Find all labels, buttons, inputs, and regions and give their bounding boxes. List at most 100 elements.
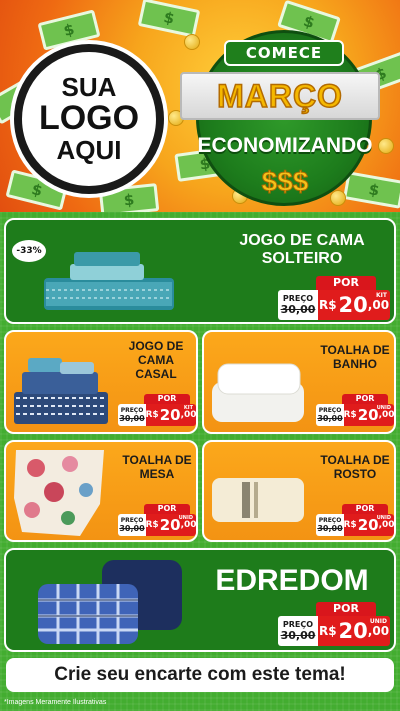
badge-main-text: MARÇO (216, 77, 343, 115)
price-tag: POR PREÇO 30,00 R$ 20 ,00 UNID (278, 602, 390, 646)
price-tag: POR PREÇO 30,00 R$ 20 ,00 UNID (316, 394, 394, 426)
price-value: 20 (338, 619, 368, 643)
price-cents: ,00 (378, 520, 394, 530)
disclaimer: *Imagens Meramente Ilustrativas (4, 699, 107, 706)
price-unit: KIT (183, 405, 193, 411)
coin-icon (378, 138, 394, 154)
product-card-toalha-mesa: TOALHA DE MESA POR PREÇO 30,00 R$ 20 ,00… (4, 440, 198, 542)
badge-bottom-text: ECONOMIZANDO (197, 134, 373, 157)
price-tag: POR PREÇO 30,00 R$ 20 ,00 UNID (118, 504, 196, 536)
price-label: PREÇO (318, 407, 342, 414)
old-price: 30,00 (317, 524, 343, 533)
logo-line: AQUI (56, 134, 122, 165)
price-old: PREÇO 30,00 (118, 404, 146, 426)
product-title: TOALHA DE MESA (122, 453, 192, 481)
price-old: PREÇO 30,00 (316, 404, 344, 426)
price-new: R$ 20 ,00 UNID (145, 514, 196, 536)
currency: R$ (318, 298, 337, 312)
price-label: PREÇO (282, 620, 314, 629)
price-cents: ,00 (367, 624, 390, 638)
price-label: PREÇO (120, 517, 144, 524)
price-tag: POR PREÇO 30,00 R$ 20 ,00 UNID (316, 504, 394, 536)
price-cents: ,00 (367, 298, 390, 312)
price-por-label: POR (316, 602, 376, 616)
product-card-jogo-cama-casal: JOGO DE CAMA CASAL POR PREÇO 30,00 R$ 20… (4, 330, 198, 434)
currency: R$ (145, 410, 159, 420)
price-label: PREÇO (282, 294, 314, 303)
price-box: PREÇO 30,00 R$ 20 ,00 KIT (278, 290, 390, 320)
price-value: 20 (357, 516, 379, 534)
price-por-label: POR (342, 504, 388, 514)
badge-main-ribbon: MARÇO (180, 72, 380, 120)
price-tag: POR PREÇO 30,00 R$ 20 ,00 KIT (278, 276, 390, 320)
comforter-image (38, 560, 182, 644)
price-value: 20 (338, 293, 368, 317)
coin-icon (330, 190, 346, 206)
badge-top-text: COMECE (224, 40, 344, 66)
money-bill-icon: $ (137, 0, 201, 38)
old-price: 30,00 (317, 414, 343, 423)
product-title: JOGO DE CAMA SOLTEIRO (239, 232, 365, 268)
price-value: 20 (357, 406, 379, 424)
product-card-toalha-rosto: TOALHA DE ROSTO POR PREÇO 30,00 R$ 20 ,0… (202, 440, 396, 542)
price-cents: ,00 (180, 520, 196, 530)
product-title: TOALHA DE ROSTO (320, 453, 390, 481)
currency: R$ (343, 520, 357, 530)
logo-line: LOGO (38, 99, 140, 138)
currency: R$ (343, 410, 357, 420)
bed-sheet-set-image (44, 252, 174, 310)
money-bill-icon: $ (343, 171, 400, 209)
product-card-jogo-cama-solteiro: -33% JOGO DE CAMA SOLTEIRO POR PREÇO 30,… (4, 218, 396, 324)
price-unit: UNID (376, 515, 391, 521)
product-title: TOALHA DE BANHO (320, 343, 390, 371)
price-box: PREÇO 30,00 R$ 20 ,00 UNID (316, 514, 394, 536)
double-bed-set-image (14, 358, 108, 424)
product-card-edredom: EDREDOM POR PREÇO 30,00 R$ 20 ,00 UNID (4, 548, 396, 652)
price-por-label: POR (144, 504, 190, 514)
price-unit: KIT (376, 292, 387, 299)
price-cents: ,00 (180, 410, 196, 420)
price-old: PREÇO 30,00 (316, 514, 344, 536)
coin-icon (184, 34, 200, 50)
price-old: PREÇO 30,00 (278, 616, 318, 646)
price-new: R$ 20 ,00 UNID (343, 404, 394, 426)
price-unit: UNID (178, 515, 193, 521)
price-new: R$ 20 ,00 KIT (318, 290, 390, 320)
product-title: EDREDOM (215, 564, 369, 597)
face-towel-image (212, 478, 304, 522)
price-old: PREÇO 30,00 (278, 290, 318, 320)
price-new: R$ 20 ,00 UNID (318, 616, 390, 646)
price-cents: ,00 (378, 410, 394, 420)
price-por-label: POR (144, 394, 190, 404)
tablecloth-image (14, 450, 104, 536)
currency: R$ (318, 624, 337, 638)
price-value: 20 (159, 406, 181, 424)
price-label: PREÇO (318, 517, 342, 524)
price-por-label: POR (342, 394, 388, 404)
header-banner: $ $ $ $ $ $ $ $ $ SUA LOGO AQUI COMECE M… (0, 0, 400, 212)
currency: R$ (145, 520, 159, 530)
old-price: 30,00 (280, 303, 316, 316)
price-label: PREÇO (120, 407, 144, 414)
price-box: PREÇO 30,00 R$ 20 ,00 UNID (278, 616, 390, 646)
logo-placeholder: SUA LOGO AQUI (14, 44, 164, 194)
price-value: 20 (159, 516, 181, 534)
price-box: PREÇO 30,00 R$ 20 ,00 KIT (118, 404, 196, 426)
old-price: 30,00 (119, 524, 145, 533)
old-price: 30,00 (280, 629, 316, 642)
bath-towel-image (212, 363, 304, 422)
price-unit: UNID (369, 618, 387, 625)
product-title: JOGO DE CAMA CASAL (128, 339, 184, 381)
price-new: R$ 20 ,00 KIT (145, 404, 196, 426)
product-card-toalha-banho: TOALHA DE BANHO POR PREÇO 30,00 R$ 20 ,0… (202, 330, 396, 434)
price-old: PREÇO 30,00 (118, 514, 146, 536)
dollar-signs: $$$ (261, 166, 309, 198)
cta-banner[interactable]: Crie seu encarte com este tema! (6, 658, 394, 692)
price-unit: UNID (376, 405, 391, 411)
price-tag: POR PREÇO 30,00 R$ 20 ,00 KIT (118, 394, 196, 426)
price-new: R$ 20 ,00 UNID (343, 514, 394, 536)
price-box: PREÇO 30,00 R$ 20 ,00 UNID (316, 404, 394, 426)
price-box: PREÇO 30,00 R$ 20 ,00 UNID (118, 514, 196, 536)
price-por-label: POR (316, 276, 376, 290)
logo-line: SUA (61, 71, 117, 102)
